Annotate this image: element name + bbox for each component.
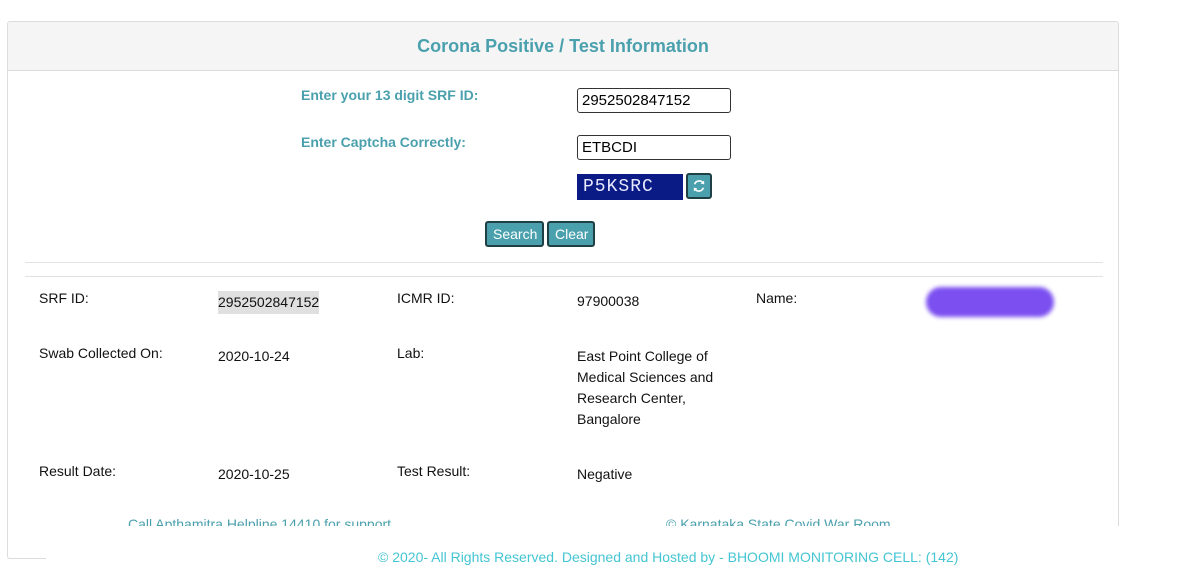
srf-id-label: Enter your 13 digit SRF ID:: [301, 87, 479, 103]
srf-id-input[interactable]: [577, 88, 731, 113]
divider: [25, 276, 1103, 277]
lab-value-line: East Point College of: [577, 348, 708, 364]
icmr-id-value: 97900038: [577, 293, 640, 309]
lab-value: East Point College of Medical Sciences a…: [577, 346, 757, 430]
srf-id-key: SRF ID:: [39, 290, 89, 306]
test-result-value: Negative: [577, 466, 633, 482]
swab-collected-value: 2020-10-24: [218, 348, 290, 364]
srf-id-value: 2952502847152: [218, 291, 320, 314]
captcha-image: P5KSRC: [577, 174, 683, 200]
refresh-captcha-button[interactable]: [686, 173, 712, 199]
captcha-label: Enter Captcha Correctly:: [301, 134, 466, 150]
lab-value-line: Bangalore: [577, 411, 641, 427]
lab-key: Lab:: [397, 345, 425, 361]
test-info-panel: Corona Positive / Test Information Enter…: [7, 21, 1119, 559]
redacted-name: [926, 287, 1054, 317]
clear-button[interactable]: Clear: [547, 221, 595, 247]
captcha-input[interactable]: [577, 135, 731, 160]
page-title: Corona Positive / Test Information: [417, 35, 709, 56]
test-result-key: Test Result:: [397, 463, 471, 479]
result-date-value: 2020-10-25: [218, 466, 290, 482]
search-button[interactable]: Search: [485, 221, 544, 247]
divider: [25, 262, 1103, 263]
lab-value-line: Medical Sciences and: [577, 369, 714, 385]
icmr-id-key: ICMR ID:: [397, 290, 455, 306]
lab-value-line: Research Center,: [577, 390, 686, 406]
result-date-key: Result Date:: [39, 463, 117, 479]
copyright-text: © 2020- All Rights Reserved. Designed an…: [378, 549, 959, 565]
refresh-icon: [693, 180, 705, 192]
swab-collected-key: Swab Collected On:: [39, 345, 163, 361]
name-key: Name:: [756, 290, 798, 306]
panel-header: Corona Positive / Test Information: [8, 22, 1118, 71]
